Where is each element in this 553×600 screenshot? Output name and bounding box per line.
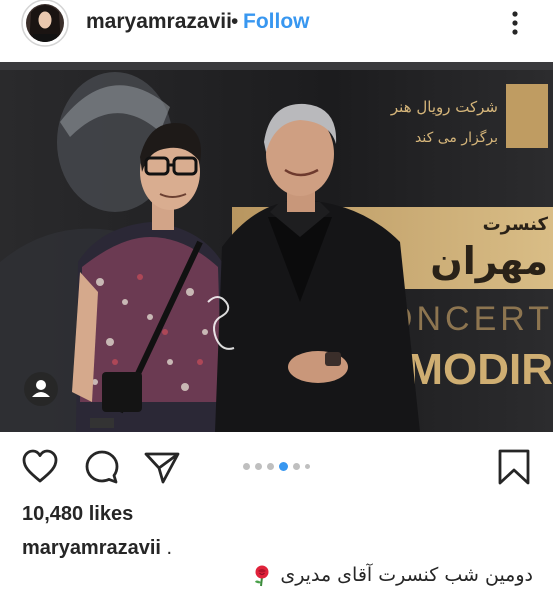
likes-count[interactable]: 10,480 likes xyxy=(22,503,133,526)
post-header: maryamrazavii • Follow xyxy=(0,0,553,47)
carousel-indicator xyxy=(243,461,310,471)
carousel-dot-active xyxy=(279,461,288,471)
rose-icon xyxy=(255,565,269,587)
header-username[interactable]: maryamrazavii xyxy=(86,10,232,34)
heart-icon[interactable] xyxy=(21,448,59,486)
caption-username[interactable]: maryamrazavii xyxy=(22,537,161,559)
post-photo[interactable]: شرکت رویال هنر برگزار می کند کنسرت مهران… xyxy=(0,62,553,432)
bookmark-icon[interactable] xyxy=(494,448,534,486)
backdrop-text-1: شرکت رویال هنر xyxy=(390,98,498,116)
person-icon xyxy=(32,380,50,397)
comment-icon[interactable] xyxy=(83,448,121,486)
header-separator: • xyxy=(231,10,239,33)
backdrop-text-2: برگزار می کند xyxy=(415,129,498,146)
user-tag-button[interactable] xyxy=(24,372,58,406)
more-vertical-icon[interactable] xyxy=(505,10,525,36)
action-bar xyxy=(0,440,553,490)
carousel-dot xyxy=(255,462,262,470)
carousel-dot xyxy=(305,463,310,469)
follow-button[interactable]: Follow xyxy=(243,10,310,34)
backdrop-text-3: کنسرت xyxy=(483,214,549,235)
share-icon[interactable] xyxy=(143,448,181,486)
caption: دومین شب کنسرت آقای مدیری xyxy=(250,563,533,587)
carousel-dot xyxy=(267,462,274,470)
caption-dot: . xyxy=(166,537,173,559)
caption-text: دومین شب کنسرت آقای مدیری xyxy=(280,564,533,586)
backdrop-text-4: مهران xyxy=(430,239,548,283)
avatar[interactable] xyxy=(17,0,73,47)
carousel-dot xyxy=(293,462,300,470)
caption-username-row: maryamrazavii . xyxy=(22,537,172,560)
carousel-dot xyxy=(243,462,250,470)
